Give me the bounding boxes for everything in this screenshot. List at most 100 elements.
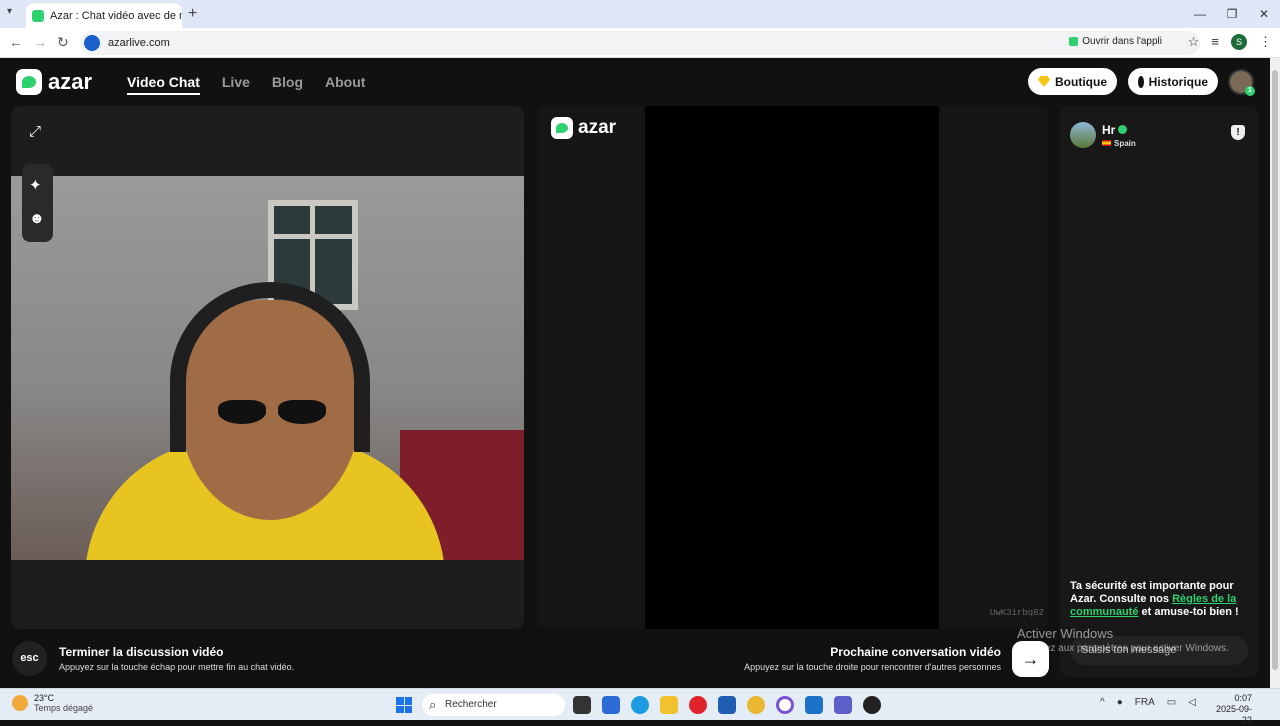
peer-info[interactable]: Hr Spain [1070,121,1136,148]
outlook-icon[interactable] [805,696,823,714]
notes-app-icon[interactable] [602,696,620,714]
browser-tab-strip: ▾ Azar : Chat vidéo avec de n ✕ + — ❐ ✕ [0,0,1280,28]
boutique-button[interactable]: Boutique [1028,68,1117,95]
opera-icon[interactable] [689,696,707,714]
azar-logo-text: azar [48,69,93,94]
menu-kebab-icon[interactable]: ⋮ [1259,34,1272,50]
historique-button[interactable]: Historique [1128,68,1218,95]
site-info-icon[interactable] [84,35,100,51]
nav-video-chat[interactable]: Video Chat [127,74,200,95]
end-chat-subtitle: Appuyez sur la touche échap pour mettre … [59,662,295,672]
edge-icon[interactable] [631,696,649,714]
window-controls: — ❐ ✕ [1184,0,1280,28]
remote-camera-feed [645,106,939,629]
self-camera-feed [11,176,524,560]
next-chat-hint: Prochaine conversation vidéo Appuyez sur… [744,645,1001,672]
peer-country: Spain [1114,139,1136,148]
tab-title: Azar : Chat vidéo avec de n [50,9,182,22]
sparkle-effects-icon[interactable]: ✦ [29,176,42,194]
weather-temperature: 23°C [34,693,55,703]
session-code: UwK3irbq82 [990,608,1045,618]
weather-widget[interactable]: 23°C Temps dégagé [12,693,93,713]
azar-watermark-icon [551,117,573,139]
peer-avatar[interactable] [1070,121,1096,148]
taskbar-clock[interactable]: 0:07 2025-09-22 [1208,693,1252,726]
open-in-app-button[interactable]: Ouvrir dans l'appli [1069,36,1162,47]
language-indicator[interactable]: FRA [1135,697,1155,708]
gem-icon [1038,76,1050,87]
browser-tab-azar[interactable]: Azar : Chat vidéo avec de n ✕ [26,3,182,28]
remote-azar-watermark: azar [551,117,616,139]
azar-app-icon [1069,36,1079,46]
volume-icon[interactable]: ◁ [1188,697,1196,708]
app-icon[interactable] [776,696,794,714]
spain-flag-icon [1102,140,1111,146]
clock-icon [1138,75,1144,88]
address-bar[interactable]: azarlive.com [80,31,1200,55]
windows-activation-watermark: Activer Windows Accédez aux paramètres p… [1017,626,1229,654]
store-icon[interactable] [718,696,736,714]
network-icon[interactable]: ▭ [1167,697,1176,708]
main-nav: Video Chat Live Blog About [127,74,365,95]
url-text: azarlive.com [108,37,170,49]
tab-search-chevron-icon[interactable]: ▾ [7,6,12,17]
user-avatar[interactable]: 1 [1228,69,1255,96]
new-tab-button[interactable]: + [188,5,197,23]
clock-date: 2025-09-22 [1215,704,1252,725]
chrome-icon[interactable] [747,696,765,714]
weather-sun-icon [12,695,28,711]
azar-logo-icon [16,69,42,95]
nav-blog[interactable]: Blog [272,74,303,95]
browser-toolbar: ← → ↻ azarlive.com Ouvrir dans l'appli ☆… [0,28,1280,58]
peer-name: Hr [1102,123,1116,137]
remote-logo-text: azar [578,117,617,138]
report-shield-icon[interactable]: ! [1231,125,1245,140]
task-view-icon[interactable] [573,696,591,714]
activation-subtitle: Accédez aux paramètres pour activer Wind… [1017,643,1229,654]
end-chat-title: Terminer la discussion vidéo [59,645,224,659]
nav-live[interactable]: Live [222,74,250,95]
azar-favicon-icon [32,9,44,22]
end-chat-hint: Terminer la discussion vidéo Appuyez sur… [59,645,294,672]
boutique-label: Boutique [1055,74,1107,89]
next-chat-subtitle: Appuyez sur la touche droite pour rencon… [744,662,1001,672]
avatar-badge: 1 [1245,86,1255,96]
profile-avatar[interactable]: S [1231,34,1247,50]
weather-condition: Temps dégagé [34,703,94,713]
windows-start-icon[interactable] [396,697,412,713]
azar-logo[interactable]: azar [16,69,92,95]
microphone-icon[interactable]: ● [1117,697,1123,708]
back-icon[interactable]: ← [9,34,23,50]
toolbar-icons: ☆ ≡ S ⋮ [1188,34,1272,50]
person-sunglasses-image [218,400,330,426]
teams-icon[interactable] [834,696,852,714]
system-tray: ^ ● FRA ▭ ◁ [1100,697,1196,708]
windows-taskbar: 23°C Temps dégagé Rechercher ^ ● FRA ▭ ◁… [0,688,1280,725]
media-controls-icon[interactable]: ≡ [1211,34,1219,50]
safety-notice: Ta sécurité est importante pour Azar. Co… [1070,580,1250,619]
safety-suffix: et amuse-toi bien ! [1138,606,1239,618]
open-in-app-label: Ouvrir dans l'appli [1082,36,1162,47]
verified-badge-icon [1118,125,1128,135]
clock-time: 0:07 [1234,693,1252,703]
file-explorer-icon[interactable] [660,696,678,714]
next-chat-title: Prochaine conversation vidéo [830,645,1001,659]
forward-icon[interactable]: → [33,34,47,50]
recorder-icon[interactable] [863,696,881,714]
reload-icon[interactable]: ↻ [57,34,69,51]
close-window-icon[interactable]: ✕ [1248,0,1280,28]
expand-icon[interactable]: ⤢ [29,123,41,140]
face-filter-icon[interactable]: ☻ [29,210,45,227]
bookmark-star-icon[interactable]: ☆ [1188,34,1200,50]
taskbar-search[interactable]: Rechercher [422,694,565,716]
page-scrollbar[interactable] [1270,58,1280,688]
historique-label: Historique [1148,74,1208,89]
taskbar-apps [573,696,881,714]
tray-chevron-icon[interactable]: ^ [1100,697,1105,708]
scrollbar-thumb[interactable] [1272,70,1278,670]
nav-about[interactable]: About [325,74,365,95]
activation-title: Activer Windows [1017,626,1114,641]
maximize-icon[interactable]: ❐ [1216,0,1248,28]
esc-end-button[interactable]: esc [12,641,47,676]
minimize-icon[interactable]: — [1184,0,1216,28]
